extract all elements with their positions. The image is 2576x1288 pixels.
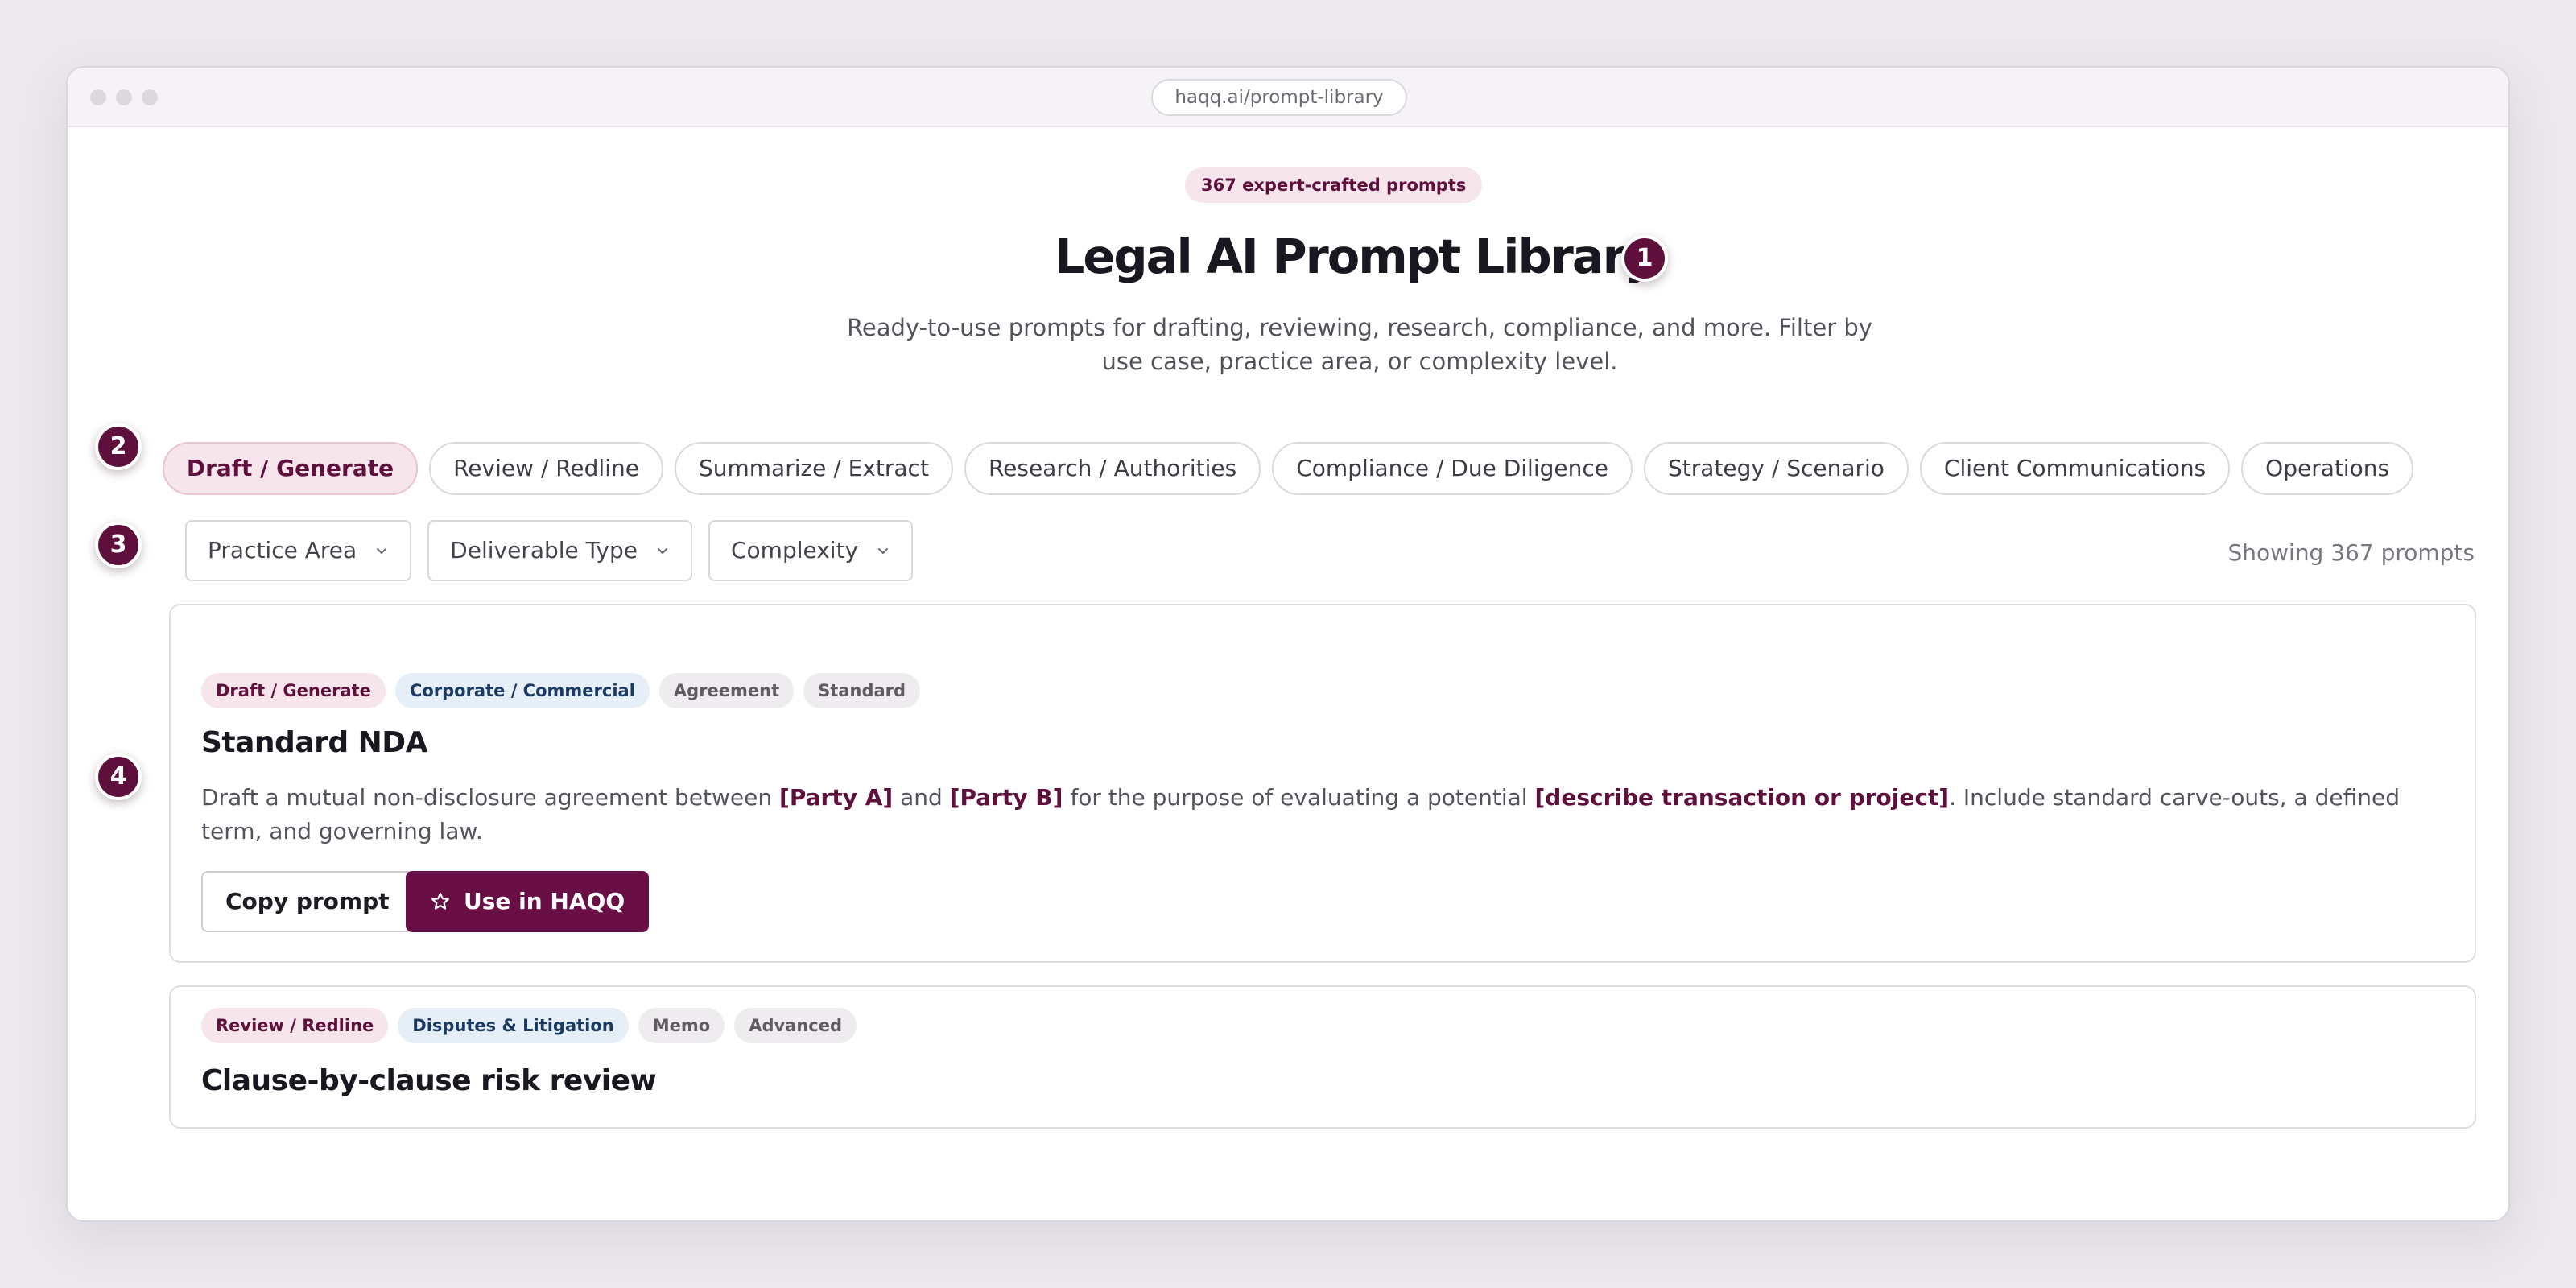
placeholder-transaction: [describe transaction or project] <box>1534 784 1950 811</box>
address-bar[interactable]: haqq.ai/prompt-library <box>1151 79 1407 116</box>
category-tag: Draft / Generate <box>201 673 386 708</box>
tab-summarize-extract[interactable]: Summarize / Extract <box>674 442 953 495</box>
chevron-down-icon <box>878 548 889 554</box>
chevron-down-icon <box>377 548 387 554</box>
tab-draft-generate[interactable]: Draft / Generate <box>162 442 419 495</box>
prompt-card: Review / Redline Disputes & Litigation M… <box>169 985 2476 1129</box>
card-description: Draft a mutual non-disclosure agreement … <box>201 784 2400 844</box>
card-tags: Draft / Generate Corporate / Commercial … <box>201 673 921 708</box>
results-count: Showing 367 prompts <box>2227 539 2475 566</box>
category-tabs: Draft / Generate Review / Redline Summar… <box>68 442 2508 495</box>
step-marker-3: 3 <box>95 522 142 568</box>
use-in-haqq-button[interactable]: Use in HAQQ <box>406 871 650 932</box>
deliverable-type-select[interactable]: Deliverable Type <box>427 520 692 581</box>
tab-compliance-due-diligence[interactable]: Compliance / Due Diligence <box>1272 442 1633 495</box>
tab-operations[interactable]: Operations <box>2241 442 2414 495</box>
browser-window: haqq.ai/prompt-library 367 expert-crafte… <box>66 66 2510 1222</box>
step-marker-4: 4 <box>95 753 142 800</box>
tab-review-redline[interactable]: Review / Redline <box>429 442 663 495</box>
card-tags: Review / Redline Disputes & Litigation M… <box>201 1008 857 1043</box>
complexity-tag: Advanced <box>734 1008 857 1043</box>
step-marker-1: 1 <box>1621 235 1668 282</box>
tab-client-communications[interactable]: Client Communications <box>1919 442 2231 495</box>
complexity-select[interactable]: Complexity <box>708 520 914 581</box>
deliverable-tag: Memo <box>638 1008 725 1043</box>
prompt-count-badge: 367 expert-crafted prompts <box>1185 167 1483 203</box>
placeholder-party-a: [Party A] <box>779 784 894 811</box>
tab-research-authorities[interactable]: Research / Authorities <box>964 442 1261 495</box>
complexity-tag: Standard <box>803 673 921 708</box>
use-in-haqq-label: Use in HAQQ <box>464 888 625 914</box>
window-maximize-dot[interactable] <box>142 89 158 105</box>
filter-bar: Practice Area Deliverable Type Complexit… <box>185 520 914 581</box>
practice-area-tag: Disputes & Litigation <box>398 1008 629 1043</box>
page-subtitle: Ready-to-use prompts for drafting, revie… <box>847 314 1872 375</box>
prompt-card: Draft / Generate Corporate / Commercial … <box>169 604 2476 963</box>
practice-area-tag: Corporate / Commercial <box>394 673 650 708</box>
card-title: Clause-by-clause risk review <box>201 1064 657 1097</box>
placeholder-party-b: [Party B] <box>949 784 1063 811</box>
tab-strategy-scenario[interactable]: Strategy / Scenario <box>1643 442 1909 495</box>
category-tag: Review / Redline <box>201 1008 389 1043</box>
star-icon <box>431 892 449 910</box>
practice-area-label: Practice Area <box>208 537 357 564</box>
chevron-down-icon <box>657 548 667 554</box>
copy-prompt-button[interactable]: Copy prompt <box>201 871 414 932</box>
practice-area-select[interactable]: Practice Area <box>185 520 412 581</box>
window-close-dot[interactable] <box>90 89 106 105</box>
window-minimize-dot[interactable] <box>116 89 132 105</box>
complexity-label: Complexity <box>730 537 859 564</box>
page-title: Legal AI Prompt Library <box>1054 229 1655 284</box>
browser-titlebar: haqq.ai/prompt-library <box>68 68 2508 127</box>
card-title: Standard NDA <box>201 726 428 759</box>
deliverable-type-label: Deliverable Type <box>450 537 638 564</box>
deliverable-tag: Agreement <box>658 673 795 708</box>
